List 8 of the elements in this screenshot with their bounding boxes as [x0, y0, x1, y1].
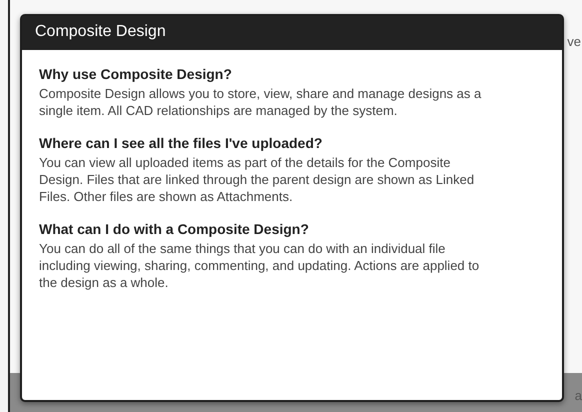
section-text: You can view all uploaded items as part of the details for the Composite Design. Files that are linked through the parent design are shown as Linked Files. Other files are shown as Attachments.: [39, 154, 476, 205]
section-text: You can do all of the same things that you can do with an individual file including viewing, sharing, commenting, and updating. Actions are applied to the design as a whole.: [39, 240, 480, 291]
background-text: ve: [567, 34, 581, 49]
section-heading: Where can I see all the files I've uploaded?: [39, 135, 324, 151]
section-text: Composite Design allows you to store, view, share and manage designs as a single item. All CAD relationships are managed by the system.: [39, 85, 482, 119]
section-heading: Why use Composite Design?: [39, 66, 233, 82]
section-heading: What can I do with a Composite Design?: [39, 221, 310, 237]
dialog-title: Composite Design: [22, 16, 562, 50]
